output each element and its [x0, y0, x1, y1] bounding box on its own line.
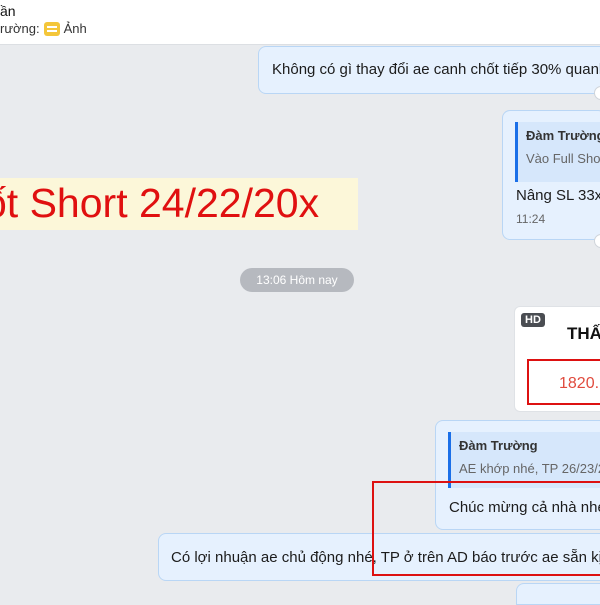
highlight-rectangle: [372, 481, 600, 576]
reaction-icon[interactable]: [594, 86, 600, 100]
message-bubble-2[interactable]: Đàm Trường Vào Full Shor Nâng SL 33x 11:…: [502, 110, 600, 240]
subtitle-text: Ảnh: [63, 21, 87, 36]
chat-name[interactable]: ần: [0, 3, 16, 19]
reaction-icon[interactable]: [594, 234, 600, 248]
reply-author: Đàm Trường: [526, 128, 600, 143]
message-text: Không có gì thay đổi ae canh chốt tiếp 3…: [272, 61, 600, 78]
hd-badge: HD: [521, 313, 545, 327]
subtitle-prefix: rường:: [0, 21, 40, 36]
big-short-text: ốt Short 24/22/20x: [0, 180, 320, 226]
reply-snippet: Vào Full Shor: [526, 151, 600, 166]
highlight-box: [527, 359, 600, 405]
image-title-text: THẤ: [567, 324, 600, 343]
image-attachment[interactable]: HD THẤ 1820.: [514, 306, 600, 412]
reply-quote[interactable]: Đàm Trường Vào Full Shor: [515, 122, 600, 182]
message-time: 11:24: [516, 212, 546, 226]
chat-header: ần rường: Ảnh: [0, 0, 600, 45]
message-bubble-partial[interactable]: [516, 583, 600, 605]
image-icon: [43, 21, 60, 36]
chat-subtitle: rường: Ảnh: [0, 21, 87, 36]
reply-author: Đàm Trường: [459, 438, 538, 453]
reply-snippet: AE khớp nhé, TP 26/23/2: [459, 461, 600, 476]
reply-quote[interactable]: Đàm Trường AE khớp nhé, TP 26/23/2: [448, 432, 600, 488]
message-text: Nâng SL 33x: [516, 187, 600, 204]
date-separator: 13:06 Hôm nay: [240, 268, 354, 292]
image-caption-highlight[interactable]: ốt Short 24/22/20x: [0, 178, 358, 230]
message-bubble-1[interactable]: Không có gì thay đổi ae canh chốt tiếp 3…: [258, 46, 600, 94]
